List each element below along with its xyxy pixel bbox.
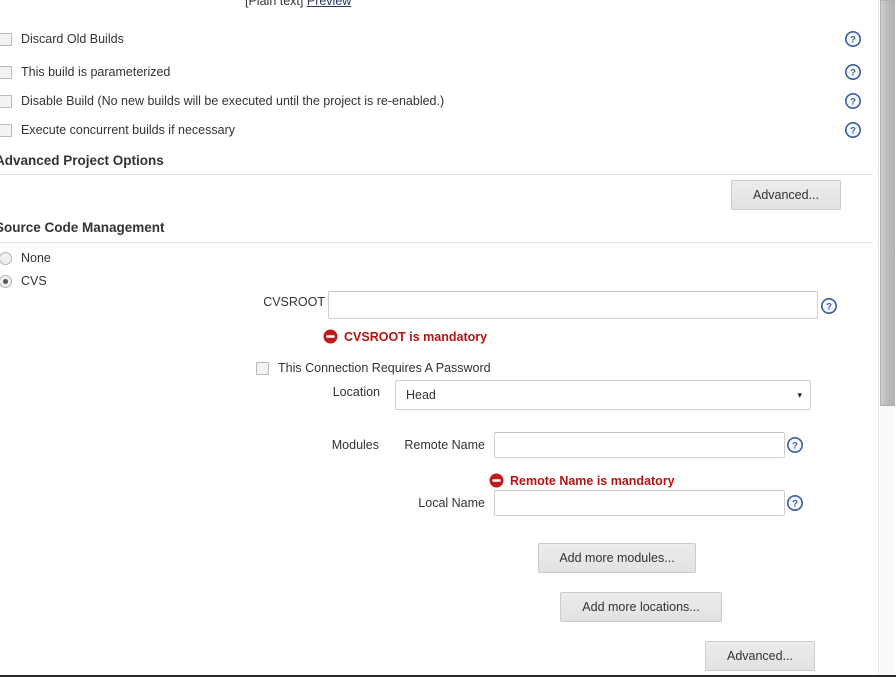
- execute-concurrent-builds-label: Execute concurrent builds if necessary: [21, 123, 235, 137]
- help-icon[interactable]: ?: [845, 93, 861, 109]
- local-name-input[interactable]: [494, 490, 785, 516]
- cvsroot-error: CVSROOT is mandatory: [323, 329, 487, 344]
- scm-none-radio[interactable]: [0, 251, 12, 265]
- disable-build-checkbox[interactable]: [0, 94, 12, 108]
- markup-format-hint: [Plain text] Preview: [245, 0, 351, 8]
- svg-text:?: ?: [792, 499, 798, 510]
- vertical-scrollbar-thumb[interactable]: [880, 0, 895, 406]
- cvsroot-error-text: CVSROOT is mandatory: [344, 329, 488, 344]
- location-select[interactable]: Head ▾: [395, 380, 811, 410]
- svg-text:?: ?: [850, 126, 856, 137]
- checkbox-row-parameterized[interactable]: This build is parameterized: [0, 60, 170, 84]
- checkbox-row-disable-build[interactable]: Disable Build (No new builds will be exe…: [0, 89, 444, 113]
- help-icon[interactable]: ?: [845, 122, 861, 138]
- add-more-locations-button[interactable]: Add more locations...: [560, 592, 722, 622]
- help-icon[interactable]: ?: [821, 298, 837, 314]
- svg-text:?: ?: [850, 68, 856, 79]
- advanced-project-options-advanced-button[interactable]: Advanced...: [731, 180, 841, 210]
- checkbox-row-concurrent-builds[interactable]: Execute concurrent builds if necessary: [0, 118, 235, 142]
- vertical-scrollbar[interactable]: [878, 0, 896, 677]
- this-build-is-parameterized-label: This build is parameterized: [21, 65, 171, 79]
- remote-name-error-text: Remote Name is mandatory: [510, 473, 675, 488]
- help-icon[interactable]: ?: [787, 437, 803, 453]
- location-select-value: Head: [406, 388, 436, 402]
- add-more-modules-button[interactable]: Add more modules...: [538, 543, 696, 573]
- checkbox-row-connection-password[interactable]: This Connection Requires A Password: [256, 356, 491, 380]
- preview-link[interactable]: Preview: [307, 0, 351, 8]
- page-clip: [Plain text] Preview Discard Old Builds …: [0, 0, 878, 677]
- svg-text:?: ?: [850, 35, 856, 46]
- scm-cvs-radio[interactable]: [0, 274, 12, 288]
- remote-name-input[interactable]: [494, 432, 785, 458]
- svg-text:?: ?: [850, 97, 856, 108]
- connection-requires-password-label: This Connection Requires A Password: [278, 361, 491, 375]
- scm-none-label: None: [21, 251, 51, 265]
- source-code-management-heading: Source Code Management: [0, 220, 165, 235]
- browser-viewport: [Plain text] Preview Discard Old Builds …: [0, 0, 896, 677]
- section-divider: [0, 242, 873, 243]
- execute-concurrent-builds-checkbox[interactable]: [0, 123, 12, 137]
- cvsroot-label: CVSROOT: [263, 295, 325, 309]
- plain-text-label: [Plain text]: [245, 0, 304, 8]
- discard-old-builds-label: Discard Old Builds: [21, 32, 124, 46]
- section-divider: [0, 174, 873, 175]
- error-icon: [489, 473, 504, 488]
- cvsroot-input[interactable]: [328, 291, 818, 319]
- radio-row-cvs[interactable]: CVS: [0, 271, 47, 291]
- scm-cvs-label: CVS: [21, 274, 47, 288]
- disable-build-label: Disable Build (No new builds will be exe…: [21, 94, 445, 108]
- discard-old-builds-checkbox[interactable]: [0, 32, 12, 46]
- this-build-is-parameterized-checkbox[interactable]: [0, 65, 12, 79]
- location-label: Location: [332, 385, 380, 399]
- checkbox-row-discard-old-builds[interactable]: Discard Old Builds: [0, 27, 124, 51]
- svg-text:?: ?: [826, 302, 832, 313]
- local-name-label: Local Name: [418, 496, 485, 510]
- svg-text:?: ?: [792, 441, 798, 452]
- help-icon[interactable]: ?: [787, 495, 803, 511]
- chevron-down-icon: ▾: [797, 389, 802, 400]
- radio-row-none[interactable]: None: [0, 248, 51, 268]
- vertical-scrollbar-track[interactable]: [880, 406, 895, 677]
- advanced-project-options-heading: Advanced Project Options: [0, 153, 164, 168]
- remote-name-error: Remote Name is mandatory: [489, 473, 675, 488]
- cvs-advanced-button[interactable]: Advanced...: [705, 641, 815, 671]
- help-icon[interactable]: ?: [845, 64, 861, 80]
- help-icon[interactable]: ?: [845, 31, 861, 47]
- remote-name-label: Remote Name: [404, 438, 485, 452]
- connection-requires-password-checkbox[interactable]: [256, 361, 269, 375]
- error-icon: [323, 329, 338, 344]
